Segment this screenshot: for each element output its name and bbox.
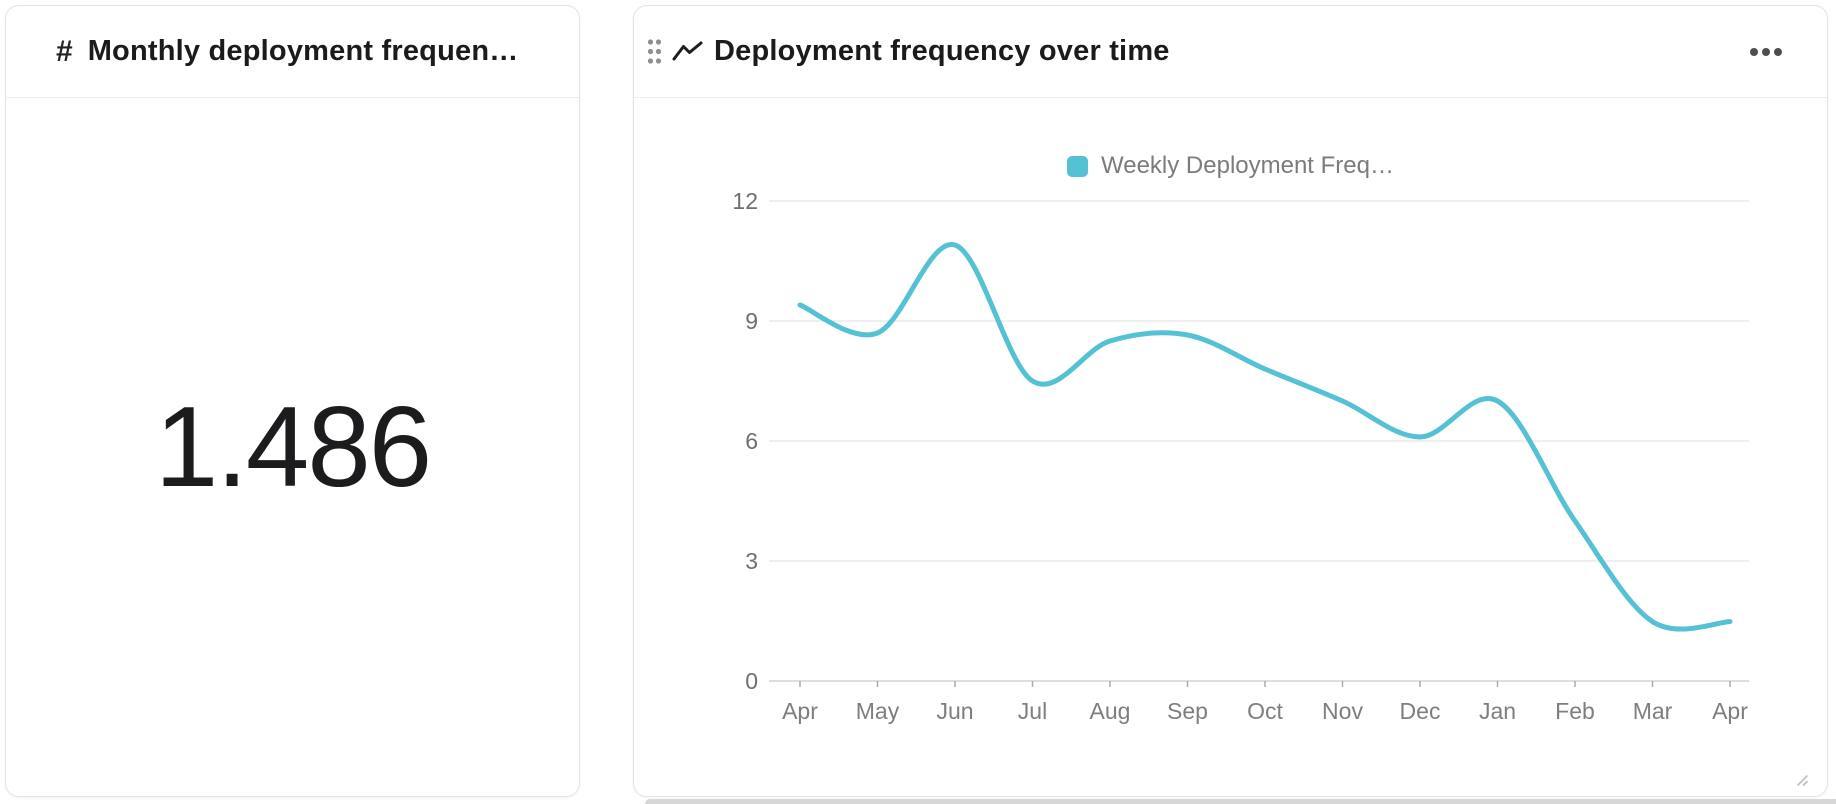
below-widget-edge: [645, 799, 1836, 804]
x-tick-label: Jul: [1018, 698, 1047, 724]
x-tick-label: Apr: [782, 698, 818, 724]
x-tick-label: Oct: [1247, 698, 1283, 724]
series-line: [800, 244, 1730, 629]
chart-card: Deployment frequency over time Weekly De…: [633, 5, 1828, 797]
chart-svg: 0 3 6 9 12 Apr May Jun Jul Aug Sep Oct Nov Dec Jan Feb M…: [634, 6, 1829, 798]
metric-card-body: 1.486: [6, 98, 579, 796]
y-tick-label: 6: [745, 428, 758, 454]
x-tick-label: Aug: [1090, 698, 1131, 724]
y-tick-label: 9: [745, 308, 758, 334]
metric-card: # Monthly deployment frequen… 1.486: [5, 5, 580, 797]
y-tick-label: 0: [745, 668, 758, 694]
x-tick-label: Feb: [1555, 698, 1595, 724]
metric-card-title: Monthly deployment frequen…: [88, 35, 519, 68]
x-tick-label: Jun: [936, 698, 973, 724]
x-tick-label: May: [856, 698, 900, 724]
y-tick-label: 12: [732, 188, 758, 214]
x-tick-label: Jan: [1479, 698, 1516, 724]
y-tick-label: 3: [745, 548, 758, 574]
metric-card-header: # Monthly deployment frequen…: [6, 6, 579, 98]
x-tick-label: Sep: [1167, 698, 1208, 724]
number-metric-icon: #: [56, 35, 73, 69]
x-tick-label: Dec: [1400, 698, 1441, 724]
resize-handle-icon[interactable]: [1792, 770, 1809, 792]
x-tick-label: Nov: [1322, 698, 1363, 724]
x-tick-label: Apr: [1712, 698, 1748, 724]
x-tick-label: Mar: [1633, 698, 1673, 724]
metric-value: 1.486: [155, 382, 430, 513]
